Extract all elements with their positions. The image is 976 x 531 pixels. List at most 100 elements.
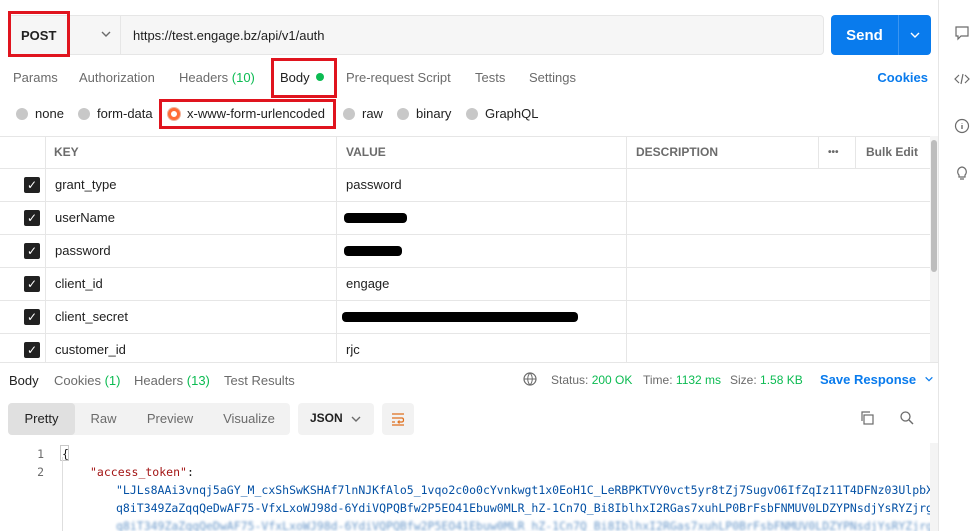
cookies-link[interactable]: Cookies [877,70,928,85]
info-icon[interactable] [953,117,971,135]
radio-form-data[interactable]: form-data [78,106,153,121]
row-key[interactable]: client_secret [55,301,128,334]
column-value: VALUE [346,145,386,159]
tab-authorization[interactable]: Authorization [79,70,155,85]
response-tab-headers-label: Headers [134,373,184,388]
save-response-label: Save Response [820,372,917,387]
tab-headers[interactable]: Headers (10) [179,70,255,85]
response-tab-body[interactable]: Body [9,373,39,388]
redacted-value [344,213,407,223]
row-key[interactable]: client_id [55,268,103,301]
code-icon[interactable] [953,70,971,88]
row-checkbox[interactable]: ✓ [24,210,40,226]
more-options-icon[interactable]: ••• [828,137,839,169]
row-value[interactable]: engage [346,268,389,301]
radio-graphql[interactable]: GraphQL [466,106,538,121]
row-checkbox[interactable]: ✓ [24,177,40,193]
wrap-lines-icon[interactable] [382,403,414,435]
request-tabs: Params Authorization Headers (10) Body P… [13,70,928,88]
row-checkbox[interactable]: ✓ [24,342,40,358]
column-key: KEY [54,145,79,159]
search-icon[interactable] [898,410,916,428]
view-preview-button[interactable]: Preview [132,403,208,435]
send-options-chevron-icon[interactable] [899,15,931,55]
status-value: 200 OK [591,373,633,387]
bulk-edit-button[interactable]: Bulk Edit [866,137,918,169]
table-row: ✓ client_secret [0,301,930,334]
response-tab-test-results[interactable]: Test Results [224,373,295,388]
body-active-dot [315,73,324,81]
radio-icon [78,107,90,120]
globe-icon[interactable] [522,371,538,390]
radio-icon [16,107,28,120]
radio-graphql-label: GraphQL [485,106,539,121]
row-value[interactable]: rjc [346,334,360,362]
chevron-down-icon [350,403,362,437]
response-status: Status: 200 OK [551,373,632,387]
tab-body[interactable]: Body [280,70,324,85]
indent-guide [62,457,63,531]
table-row: ✓ client_id engage [0,268,930,301]
method-selector[interactable]: POST [9,16,121,54]
url-input[interactable]: https://test.engage.bz/api/v1/auth [121,28,325,43]
row-checkbox[interactable]: ✓ [24,309,40,325]
redacted-value [342,312,578,322]
code-line-cut: q8iT349ZaZqqQeDwAF75-VfxLxoWJ98d-6YdiVQP… [116,519,930,531]
view-pretty-button[interactable]: Pretty [8,403,75,435]
radio-urlencoded-label: x-www-form-urlencoded [187,106,325,121]
save-response-button[interactable]: Save Response [820,372,934,387]
lightbulb-icon[interactable] [953,164,971,182]
table-row: ✓ password [0,235,930,268]
tab-params[interactable]: Params [13,70,58,85]
tab-settings[interactable]: Settings [529,70,576,85]
response-tab-headers[interactable]: Headers (13) [134,373,210,388]
row-key[interactable]: customer_id [55,334,126,362]
code-line: "access_token": [90,465,194,479]
row-checkbox[interactable]: ✓ [24,243,40,259]
radio-raw-label: raw [362,106,383,121]
radio-selected-icon [168,107,180,120]
method-label: POST [21,27,57,43]
send-label: Send [831,15,899,55]
tab-body-label: Body [280,70,310,85]
table-scrollbar-thumb[interactable] [931,140,937,272]
row-key[interactable]: password [55,235,111,268]
right-sidebar [938,0,976,531]
table-row: ✓ customer_id rjc [0,334,930,362]
response-size: Size: 1.58 KB [730,373,803,387]
radio-binary[interactable]: binary [397,106,451,121]
radio-raw[interactable]: raw [343,106,383,121]
status-label: Status: [551,373,589,387]
json-key: "access_token" [90,465,187,479]
copy-icon[interactable] [858,410,876,428]
format-selector[interactable]: JSON [298,403,374,435]
tab-tests[interactable]: Tests [475,70,505,85]
radio-urlencoded[interactable]: x-www-form-urlencoded [168,106,325,121]
size-label: Size: [730,373,757,387]
response-header-bar: Body Cookies (1) Headers (13) Test Resul… [0,362,938,396]
response-tab-cookies[interactable]: Cookies (1) [54,373,120,388]
size-value: 1.58 KB [760,373,803,387]
tab-prerequest[interactable]: Pre-request Script [346,70,451,85]
table-row: ✓ grant_type password [0,169,930,202]
chevron-down-icon [100,28,112,43]
comments-icon[interactable] [953,24,971,42]
row-key[interactable]: grant_type [55,169,116,202]
row-checkbox[interactable]: ✓ [24,276,40,292]
response-body-code: 1 { 2 "access_token": "LJLs8AAi3vnqj5aGY… [0,443,930,531]
code-line: { [62,447,69,461]
radio-form-data-label: form-data [97,106,153,121]
format-label: JSON [310,411,343,425]
line-number: 1 [37,447,44,461]
radio-icon [397,107,409,120]
code-scrollbar[interactable] [930,443,938,531]
code-line: q8iT349ZaZqqQeDwAF75-VfxLxoWJ98d-6YdiVQP… [116,501,930,515]
view-visualize-button[interactable]: Visualize [208,403,290,435]
column-description: DESCRIPTION [636,145,719,159]
send-button[interactable]: Send [831,15,931,55]
response-time: Time: 1132 ms [643,373,721,387]
row-key[interactable]: userName [55,202,115,235]
row-value[interactable]: password [346,169,402,202]
view-raw-button[interactable]: Raw [75,403,132,435]
radio-none[interactable]: none [16,106,64,121]
